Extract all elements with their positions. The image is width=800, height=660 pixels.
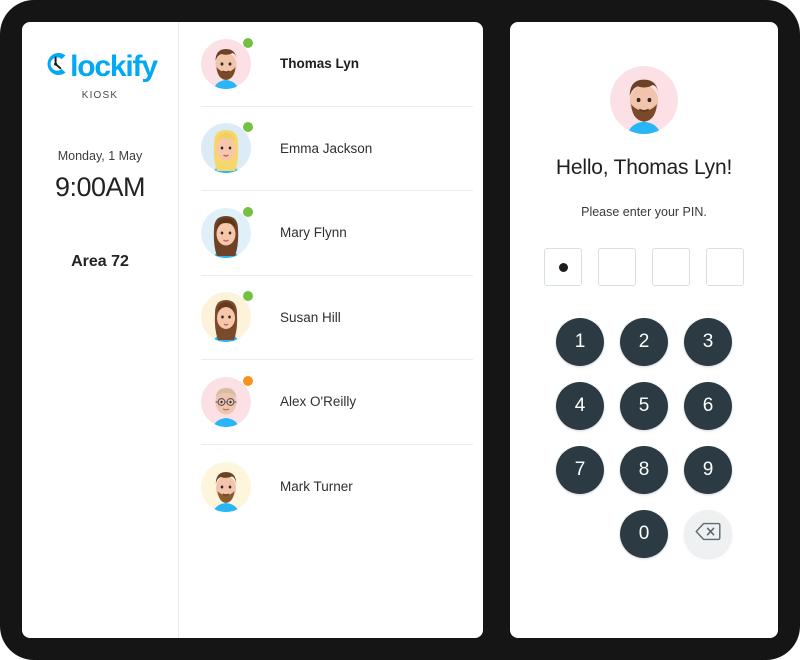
greeting-text: Hello, Thomas Lyn!	[555, 156, 733, 179]
list-item-label: Emma Jackson	[280, 140, 373, 156]
list-item[interactable]: Mark Turner	[201, 445, 473, 530]
current-time: 9:00AM	[54, 172, 146, 202]
list-item-label: Susan Hill	[280, 309, 341, 325]
avatar	[201, 206, 253, 258]
avatar	[610, 66, 678, 134]
avatar-woman-auburn-hair-icon	[201, 292, 251, 343]
list-item[interactable]: Susan Hill	[201, 276, 473, 360]
list-item[interactable]: Alex O'Reilly	[201, 360, 473, 445]
keypad-key-1[interactable]: 1	[556, 318, 604, 366]
avatar	[201, 291, 253, 343]
list-item-label: Mary Flynn	[280, 225, 347, 241]
keypad-key-3[interactable]: 3	[684, 318, 732, 366]
status-dot-away	[243, 375, 253, 386]
pin-input-2[interactable]	[598, 248, 636, 286]
avatar-man-brown-hair-short-beard-icon	[201, 461, 251, 512]
list-item-label: Mark Turner	[280, 479, 353, 495]
clockify-logo: lockify	[43, 49, 158, 83]
clockify-c-icon	[43, 50, 69, 83]
list-item[interactable]: Emma Jackson	[201, 107, 473, 191]
clockify-logo-text: lockify	[70, 49, 158, 83]
user-list: Thomas Lyn Emma Jackson Mary Flynn Susan…	[179, 22, 483, 638]
avatar	[201, 37, 253, 89]
list-item[interactable]: Thomas Lyn	[201, 22, 473, 107]
keypad-key-2[interactable]: 2	[620, 318, 668, 366]
pin-filled-dot	[558, 262, 568, 272]
keypad-backspace-button[interactable]	[684, 510, 732, 558]
keypad-key-5[interactable]: 5	[620, 382, 668, 430]
pin-input-4[interactable]	[706, 248, 744, 286]
keypad-key-6[interactable]: 6	[684, 382, 732, 430]
keypad-key-8[interactable]: 8	[620, 446, 668, 494]
kiosk-subtitle: KIOSK	[81, 90, 119, 101]
avatar-woman-blonde-long-hair-icon	[201, 123, 251, 174]
keypad-key-4[interactable]: 4	[556, 382, 604, 430]
pin-input-group	[544, 248, 744, 286]
status-dot-online	[243, 206, 253, 217]
keypad-key-9[interactable]: 9	[684, 446, 732, 494]
screens-container: lockify KIOSK Monday, 1 May 9:00AM Area …	[22, 22, 778, 638]
list-item-label: Alex O'Reilly	[280, 394, 357, 410]
keypad-key-0[interactable]: 0	[620, 510, 668, 558]
kiosk-pin-entry-screen: Hello, Thomas Lyn! Please enter your PIN…	[510, 22, 778, 638]
pin-input-3[interactable]	[652, 248, 690, 286]
status-dot-online	[243, 291, 253, 302]
avatar	[201, 122, 253, 174]
status-dot-online	[243, 37, 253, 48]
area-label: Area 72	[71, 253, 129, 270]
pin-input-1[interactable]	[544, 248, 582, 286]
avatar	[201, 375, 253, 427]
list-item-label: Thomas Lyn	[280, 56, 360, 72]
keypad-key-7[interactable]: 7	[556, 446, 604, 494]
kiosk-user-select-screen: lockify KIOSK Monday, 1 May 9:00AM Area …	[22, 22, 483, 638]
device-frame: lockify KIOSK Monday, 1 May 9:00AM Area …	[0, 0, 800, 660]
backspace-icon	[695, 522, 721, 547]
info-column: lockify KIOSK Monday, 1 May 9:00AM Area …	[22, 22, 179, 638]
current-date: Monday, 1 May	[57, 149, 143, 163]
pin-keypad: 1 2 3 4 5 6 7 8 9 0	[556, 318, 732, 558]
status-dot-online	[243, 122, 253, 133]
list-item[interactable]: Mary Flynn	[201, 191, 473, 276]
pin-prompt-text: Please enter your PIN.	[581, 205, 707, 219]
avatar	[201, 461, 251, 512]
